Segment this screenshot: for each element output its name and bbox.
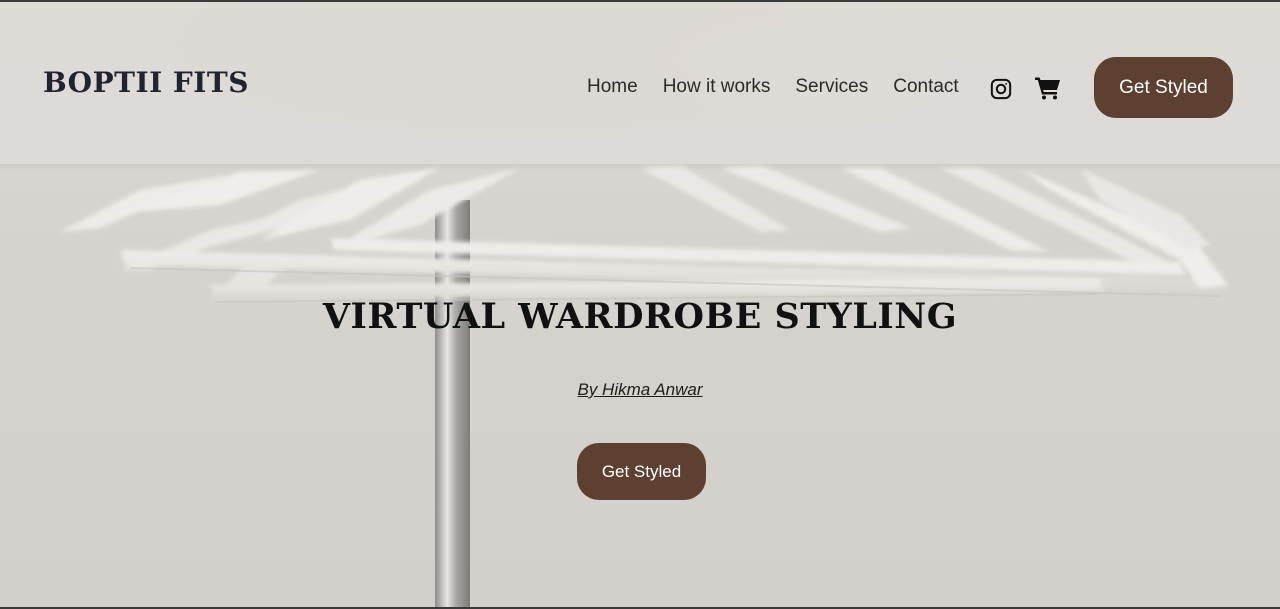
nav-link-how-it-works[interactable]: How it works <box>663 76 771 98</box>
main-nav: Home How it works Services Contact <box>587 76 959 98</box>
nav-link-contact[interactable]: Contact <box>893 76 958 98</box>
cart-icon[interactable] <box>1035 76 1061 100</box>
window-top-edge <box>0 0 1280 2</box>
site-header: BOPTII FITS Home How it works Services C… <box>0 2 1280 164</box>
nav-link-home[interactable]: Home <box>587 76 638 98</box>
hero-title: VIRTUAL WARDROBE STYLING <box>322 296 958 337</box>
site-logo[interactable]: BOPTII FITS <box>43 66 249 99</box>
get-styled-hero-button[interactable]: Get Styled <box>577 443 706 500</box>
nav-link-services[interactable]: Services <box>795 76 868 98</box>
get-styled-header-button[interactable]: Get Styled <box>1094 57 1233 118</box>
instagram-icon[interactable] <box>990 78 1012 100</box>
hero-byline-link[interactable]: By Hikma Anwar <box>0 380 1280 400</box>
